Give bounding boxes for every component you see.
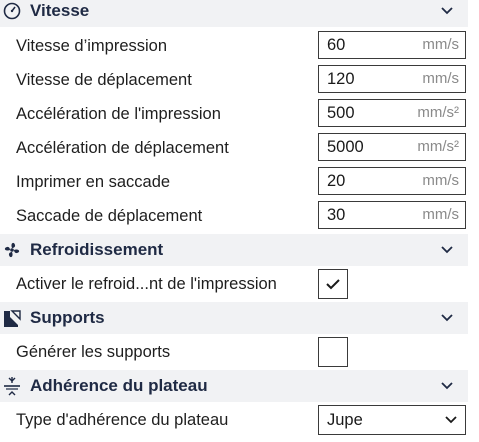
generate-supports-checkbox[interactable]: [318, 337, 348, 367]
setting-label: Activer le refroid...nt de l'impression: [16, 275, 277, 293]
section-header-adherence[interactable]: Adhérence du plateau: [0, 370, 468, 402]
section-header-refroidissement[interactable]: Refroidissement: [0, 234, 468, 266]
setting-row-generate-supports: Générer les supports: [0, 335, 479, 369]
print-jerk-input[interactable]: 20 mm/s: [318, 167, 466, 195]
dropdown-value: Jupe: [327, 411, 363, 429]
input-value: 60: [327, 36, 346, 54]
setting-row-adhesion-type: Type d'adhérence du plateau Jupe: [0, 403, 479, 437]
chevron-down-icon[interactable]: [440, 245, 454, 255]
setting-row-travel-jerk: Saccade de déplacement 30 mm/s: [0, 199, 479, 233]
travel-acceleration-input[interactable]: 5000 mm/s²: [318, 133, 466, 161]
travel-speed-input[interactable]: 120 mm/s: [318, 65, 466, 93]
setting-label: Vitesse de déplacement: [16, 71, 192, 89]
fan-icon: [4, 242, 20, 258]
input-unit: mm/s: [422, 206, 459, 223]
setting-row-print-speed: Vitesse d’impression 60 mm/s: [0, 29, 479, 63]
adhesion-type-dropdown[interactable]: Jupe: [318, 405, 466, 435]
setting-row-enable-cooling: Activer le refroid...nt de l'impression: [0, 267, 479, 301]
print-settings-panel: Vitesse Vitesse d’impression 60 mm/s Vit…: [0, 0, 479, 442]
print-acceleration-input[interactable]: 500 mm/s²: [318, 99, 466, 127]
setting-row-print-jerk: Imprimer en saccade 20 mm/s: [0, 165, 479, 199]
input-unit: mm/s²: [417, 138, 459, 155]
input-unit: mm/s²: [417, 104, 459, 121]
setting-row-travel-acceleration: Accélération de déplacement 5000 mm/s²: [0, 131, 479, 165]
chevron-down-icon[interactable]: [440, 313, 454, 323]
setting-label: Saccade de déplacement: [16, 207, 203, 225]
section-title-adherence: Adhérence du plateau: [30, 376, 208, 395]
print-speed-input[interactable]: 60 mm/s: [318, 31, 466, 59]
travel-jerk-input[interactable]: 30 mm/s: [318, 201, 466, 229]
section-title-supports: Supports: [30, 308, 105, 327]
input-value: 120: [327, 70, 355, 88]
setting-row-travel-speed: Vitesse de déplacement 120 mm/s: [0, 63, 479, 97]
section-title-refroidissement: Refroidissement: [30, 240, 164, 259]
setting-label: Vitesse d’impression: [16, 37, 168, 55]
input-value: 30: [327, 206, 346, 224]
chevron-down-icon[interactable]: [440, 381, 454, 391]
section-header-vitesse[interactable]: Vitesse: [0, 0, 468, 27]
section-title-vitesse: Vitesse: [30, 1, 90, 20]
input-unit: mm/s: [422, 172, 459, 189]
speed-gauge-icon: [3, 2, 21, 20]
bed-adhesion-icon: [4, 377, 20, 396]
input-value: 5000: [327, 138, 364, 156]
input-unit: mm/s: [422, 70, 459, 87]
setting-label: Accélération de l'impression: [16, 105, 221, 123]
checkmark-icon: [326, 279, 340, 290]
enable-cooling-checkbox[interactable]: [318, 269, 348, 299]
setting-label: Type d'adhérence du plateau: [16, 411, 229, 429]
setting-row-print-acceleration: Accélération de l'impression 500 mm/s²: [0, 97, 479, 131]
input-unit: mm/s: [422, 36, 459, 53]
input-value: 20: [327, 172, 346, 190]
chevron-down-icon[interactable]: [440, 6, 454, 16]
setting-label: Générer les supports: [16, 343, 171, 361]
support-icon: [4, 310, 21, 327]
setting-label: Imprimer en saccade: [16, 173, 171, 191]
setting-label: Accélération de déplacement: [16, 139, 229, 157]
input-value: 500: [327, 104, 355, 122]
chevron-down-icon: [445, 416, 457, 424]
section-header-supports[interactable]: Supports: [0, 302, 468, 334]
